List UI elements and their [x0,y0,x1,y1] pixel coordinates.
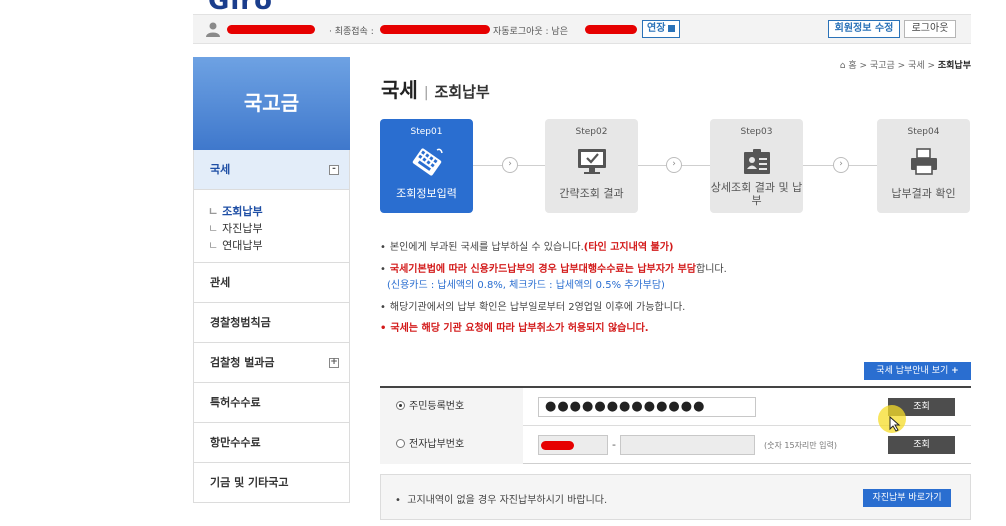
sidebar-submenu: ㄴ 조회납부 ㄴ 자진납부 ㄴ 연대납부 [193,190,350,263]
printer-icon [911,148,937,175]
step-4: Step04 납부결과 확인 [877,119,970,213]
self-payment-info-box: • 고지내역이 없을 경우 자진납부하시기 바랍니다. 자진납부 바로가기 [380,474,971,520]
electronic-number-input-1[interactable] [538,435,608,455]
self-payment-info: • 고지내역이 없을 경우 자진납부하시기 바랍니다. [395,495,608,506]
keyboard-icon [412,148,443,176]
sidebar-subitem-joint-payment[interactable]: ㄴ 연대납부 [208,237,349,254]
step-number: Step04 [907,127,940,137]
sidebar-item-port-fee[interactable]: 항만수수료 [193,423,350,463]
sidebar-subitem-self-payment[interactable]: ㄴ 자진납부 [208,220,349,237]
step-number: Step03 [740,127,773,137]
notice-5: • 국세는 해당 기관 요청에 따라 납부취소가 허용되지 않습니다. [380,323,649,334]
extend-square-icon [668,24,676,32]
step-2: Step02 간략조회 결과 [545,119,638,213]
self-payment-shortcut-button[interactable]: 자진납부 바로가기 [863,489,951,507]
sidebar-item-national-tax[interactable]: 국세 - [193,150,350,190]
breadcrumb: ⌂ 홈 > 국고금 > 국세 > 조회납부 [840,58,971,71]
step-1: Step01 조회정보입력 [380,119,473,213]
sidebar-item-fund-other[interactable]: 기금 및 기타국고 [193,463,350,503]
sidebar-item-police-fine[interactable]: 경찰청범칙금 [193,303,350,343]
page-subtitle: 조회납부 [434,83,490,101]
step-number: Step01 [410,127,443,137]
logout-button[interactable]: 로그아웃 [904,20,956,38]
extend-session-button[interactable]: 연장 [642,20,681,38]
mouse-cursor-icon [889,416,901,432]
breadcrumb-path: > 국고금 > 국세 > [856,61,938,71]
digit-hint: (숫자 15자리만 입력) [764,441,838,450]
redacted-input [541,441,574,450]
id-card-icon [744,149,770,174]
radio-unselected-icon[interactable] [396,438,405,448]
user-icon [206,22,220,37]
plus-icon: + [951,366,959,376]
step-arrow-icon: › [502,157,518,173]
edit-member-info-button[interactable]: 회원정보 수정 [828,20,900,38]
sidebar-item-customs[interactable]: 관세 [193,263,350,303]
last-login-label: · 최종접속 : [329,27,374,37]
step-label: 간략조회 결과 [559,187,624,200]
sidebar-item-patent-fee[interactable]: 특허수수료 [193,383,350,423]
step-number: Step02 [575,127,608,137]
user-info-bar: · 최종접속 : 자동로그아웃 : 남은 연장 회원정보 수정 로그아웃 [193,14,971,44]
sidebar-item-prosecution-fine[interactable]: 검찰청 벌과금 + [193,343,350,383]
step-label: 상세조회 결과 및 납부 [710,181,803,207]
notice-2: • 국세기본법에 따라 신용카드납부의 경우 납부대행수수료는 납부자가 부담합니… [380,264,727,275]
resident-number-input[interactable]: ●●●●●●●●●●●●● [538,397,756,417]
page-title: 국세 | 조회납부 [381,78,490,102]
form-row-electronic-number: 전자납부번호 - (숫자 15자리만 입력) 조회 [380,426,971,464]
notice-4: • 해당기관에서의 납부 확인은 납부일로부터 2영업일 이후에 가능합니다. [380,302,686,313]
redacted-login-time [380,25,490,34]
notice-1: • 본인에게 부과된 국세를 납부하실 수 있습니다.(타인 고지내역 불가) [380,242,674,253]
step-label: 조회정보입력 [396,187,457,200]
dash-separator: - [612,438,616,451]
step-label: 납부결과 확인 [891,187,956,200]
redacted-remaining-time [585,25,637,34]
resident-number-option[interactable]: 주민등록번호 [380,388,523,426]
sidebar-subitem-inquiry-payment[interactable]: ㄴ 조회납부 [208,203,349,220]
query-button-electronic[interactable]: 조회 [888,436,955,454]
collapse-icon[interactable]: - [329,165,339,175]
notice-3: (신용카드 : 납세액의 0.8%, 체크카드 : 납세액의 0.5% 추가부담… [387,280,665,291]
step-arrow-icon: › [833,157,849,173]
redacted-username [227,25,315,34]
tax-payment-guide-button[interactable]: 국세 납부안내 보기 + [864,362,971,380]
electronic-number-input-2[interactable] [620,435,755,455]
radio-selected-icon[interactable] [396,400,405,410]
breadcrumb-current: 조회납부 [937,61,971,71]
auto-logout-label: 자동로그아웃 : 남은 [493,27,568,37]
electronic-number-option[interactable]: 전자납부번호 [380,426,523,464]
step-arrow-icon: › [666,157,682,173]
home-icon[interactable]: ⌂ [840,61,846,71]
monitor-check-icon [578,149,606,174]
breadcrumb-home[interactable]: 홈 [848,61,856,71]
expand-icon[interactable]: + [329,358,339,368]
sidebar-title: 국고금 [193,57,350,150]
step-3: Step03 상세조회 결과 및 납부 [710,119,803,213]
